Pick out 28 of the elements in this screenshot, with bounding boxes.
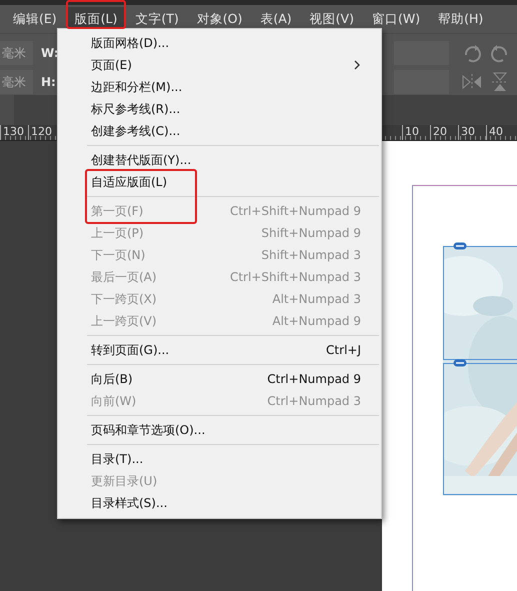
menu-item[interactable]: 版面网格(D)... [58, 32, 381, 54]
menu-item[interactable]: 向后(B) Ctrl+Numpad 9 [58, 368, 381, 390]
ruler-label: 120 [28, 125, 56, 140]
menu-item[interactable]: 目录样式(S)... [58, 492, 381, 514]
field-label: W: [41, 45, 59, 62]
ruler-label: 130 [0, 125, 28, 140]
ruler-label: 10 [402, 125, 430, 140]
menu-item[interactable]: 页码和章节选项(O)... [58, 419, 381, 441]
menu-bar-item[interactable]: 文字(T) [126, 7, 188, 31]
menu-item[interactable]: 目录(T)... [58, 448, 381, 470]
menu-item[interactable]: 创建参考线(C)... [58, 120, 381, 142]
menu-bar-item[interactable]: 表(A) [251, 7, 301, 31]
menu-bar-item[interactable]: 视图(V) [300, 7, 363, 31]
link-icon[interactable] [453, 242, 467, 250]
menu-item[interactable]: 转到页面(G)... Ctrl+J [58, 339, 381, 361]
dropdown-field[interactable] [394, 70, 449, 94]
menu-item[interactable]: 自适应版面(L) [58, 171, 381, 193]
menu-item[interactable]: 创建替代版面(Y)... [58, 149, 381, 171]
ruler-label: 20 [430, 125, 458, 140]
menu-bar-item[interactable]: 窗口(W) [362, 7, 430, 31]
ruler-label: 40 [486, 125, 514, 140]
menu-bar-item[interactable]: 对象(O) [188, 7, 252, 31]
field-label: H: [41, 74, 56, 91]
menu-item[interactable]: 页面(E) [58, 54, 381, 76]
menu-bar-item[interactable]: 编辑(E) [4, 7, 66, 31]
menu-item[interactable]: 边距和分栏(M)... [58, 76, 381, 98]
menu-bar-item[interactable]: 帮助(H) [429, 7, 492, 31]
ruler-label: 30 [458, 125, 486, 140]
